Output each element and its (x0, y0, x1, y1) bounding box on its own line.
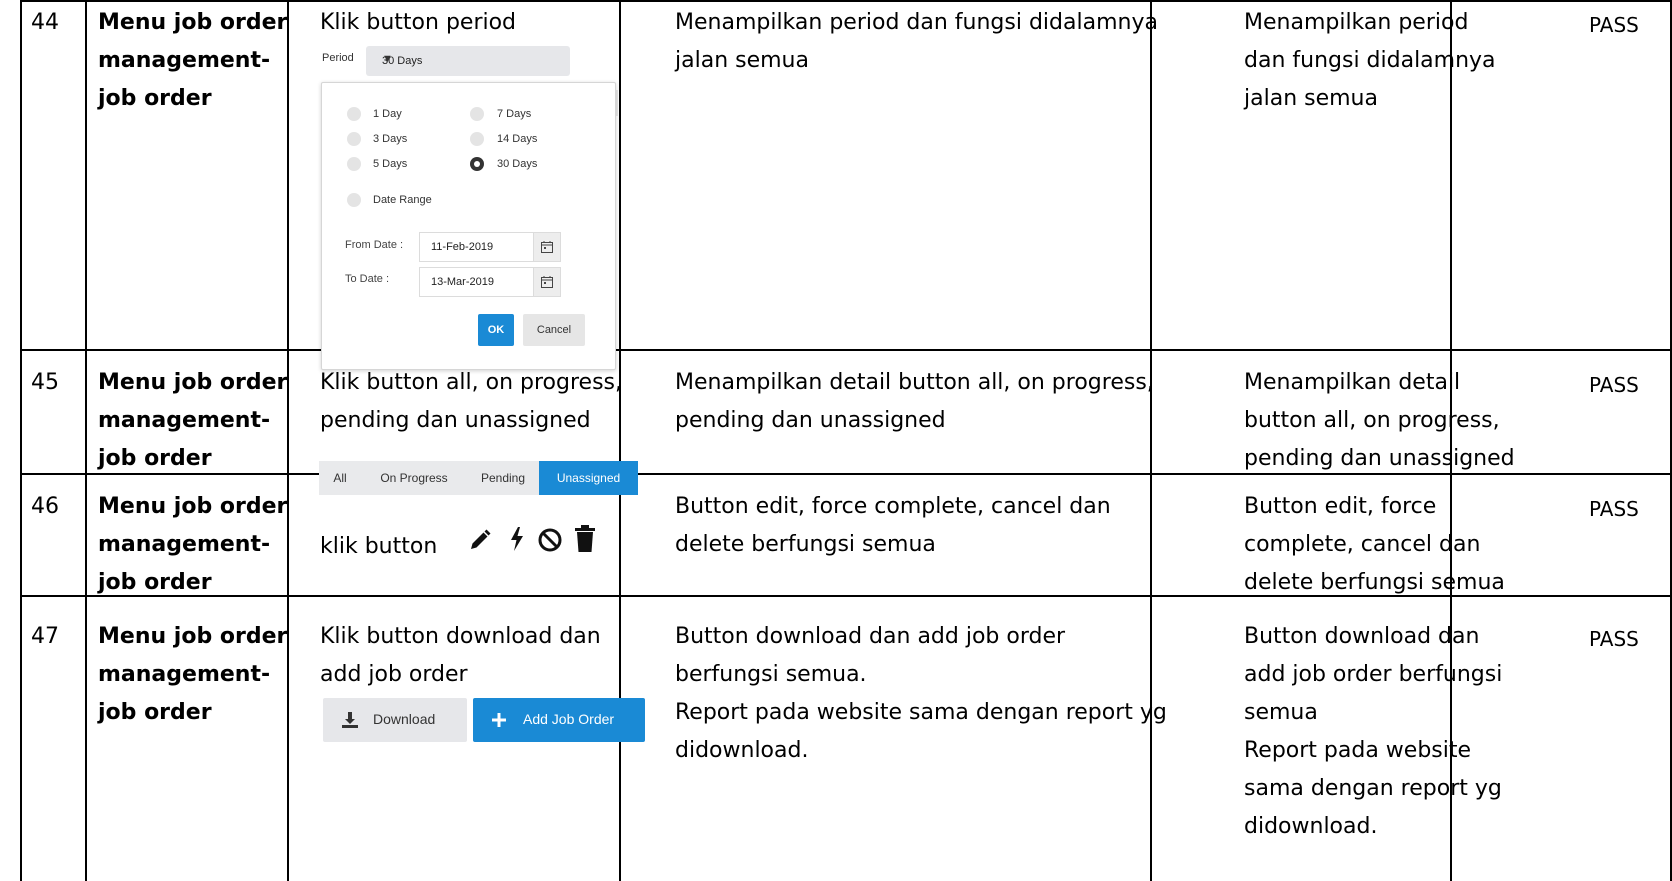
download-icon (342, 712, 358, 728)
tab-on-progress[interactable]: On Progress (361, 461, 467, 495)
radio-1-day[interactable] (347, 107, 361, 121)
radio-label: 5 Days (373, 158, 408, 170)
calendar-icon[interactable] (533, 233, 560, 261)
row-number: 46 (31, 494, 59, 519)
from-date-value: 11-Feb-2019 (431, 241, 494, 253)
ban-icon[interactable] (537, 527, 563, 553)
trash-icon[interactable] (574, 525, 596, 553)
row-number: 45 (31, 370, 59, 395)
menu-cell: Menu job order management- job order (98, 494, 288, 595)
col-border (85, 0, 87, 881)
tab-pending[interactable]: Pending (467, 461, 539, 495)
menu-cell: Menu job order management- job order (98, 370, 288, 471)
plus-icon (492, 713, 506, 727)
download-label: Download (373, 711, 436, 727)
expected-cell: Button download dan add job order berfun… (675, 624, 1167, 763)
pencil-icon[interactable] (468, 528, 492, 552)
status-badge: PASS (1589, 497, 1639, 521)
period-select[interactable]: 30 Days ▼ (366, 46, 570, 76)
radio-label: 1 Day (373, 108, 402, 120)
status-badge: PASS (1589, 627, 1639, 651)
row-number: 47 (31, 624, 59, 649)
expected-cell: Button edit, force complete, cancel dan … (675, 494, 1111, 557)
row-border (20, 0, 1672, 2)
from-date-label: From Date : (345, 239, 404, 251)
expected-cell: Menampilkan detail button all, on progre… (675, 370, 1154, 433)
radio-30-days[interactable] (470, 157, 484, 171)
to-date-input[interactable]: 13-Mar-2019 (419, 267, 561, 297)
status-badge: PASS (1589, 13, 1639, 37)
period-label: Period (322, 52, 354, 64)
step-cell: Klik button all, on progress, pending da… (320, 370, 622, 433)
to-date-value: 13-Mar-2019 (431, 276, 494, 288)
step-cell: Klik button period (320, 10, 517, 35)
radio-label: 30 Days (497, 158, 538, 170)
cancel-button[interactable]: Cancel (523, 314, 585, 346)
radio-date-range[interactable] (347, 193, 361, 207)
bolt-icon[interactable] (508, 526, 526, 552)
col-border (20, 0, 22, 881)
add-job-order-button[interactable]: Add Job Order (473, 698, 645, 742)
calendar-icon[interactable] (533, 268, 560, 296)
row-border (20, 349, 1672, 351)
caret-down-icon: ▼ (382, 53, 393, 65)
radio-label: Date Range (373, 194, 432, 206)
menu-cell: Menu job order management- job order (98, 624, 288, 725)
download-button[interactable]: Download (323, 698, 467, 742)
status-badge: PASS (1589, 373, 1639, 397)
actual-cell: Menampilkan period dan fungsi didalamnya… (1244, 10, 1496, 111)
ok-button[interactable]: OK (478, 314, 514, 346)
radio-label: 14 Days (497, 133, 538, 145)
row-number: 44 (31, 10, 59, 35)
radio-7-days[interactable] (470, 107, 484, 121)
expected-cell: Menampilkan period dan fungsi didalamnya… (675, 10, 1158, 73)
radio-14-days[interactable] (470, 132, 484, 146)
radio-label: 7 Days (497, 108, 532, 120)
tab-unassigned[interactable]: Unassigned (539, 461, 638, 495)
menu-cell: Menu job order management- job order (98, 10, 288, 111)
radio-label: 3 Days (373, 133, 408, 145)
step-cell: Klik button download dan add job order (320, 624, 601, 687)
radio-3-days[interactable] (347, 132, 361, 146)
add-job-order-label: Add Job Order (523, 711, 615, 727)
from-date-input[interactable]: 11-Feb-2019 (419, 232, 561, 262)
to-date-label: To Date : (345, 273, 390, 285)
step-cell: klik button (320, 534, 438, 559)
tab-all[interactable]: All (319, 461, 361, 495)
radio-5-days[interactable] (347, 157, 361, 171)
actual-cell: Button edit, force complete, cancel dan … (1244, 494, 1505, 595)
actual-cell: Menampilkan detail button all, on progre… (1244, 370, 1515, 471)
actual-cell: Button download dan add job order berfun… (1244, 624, 1503, 839)
col-border (619, 0, 621, 881)
